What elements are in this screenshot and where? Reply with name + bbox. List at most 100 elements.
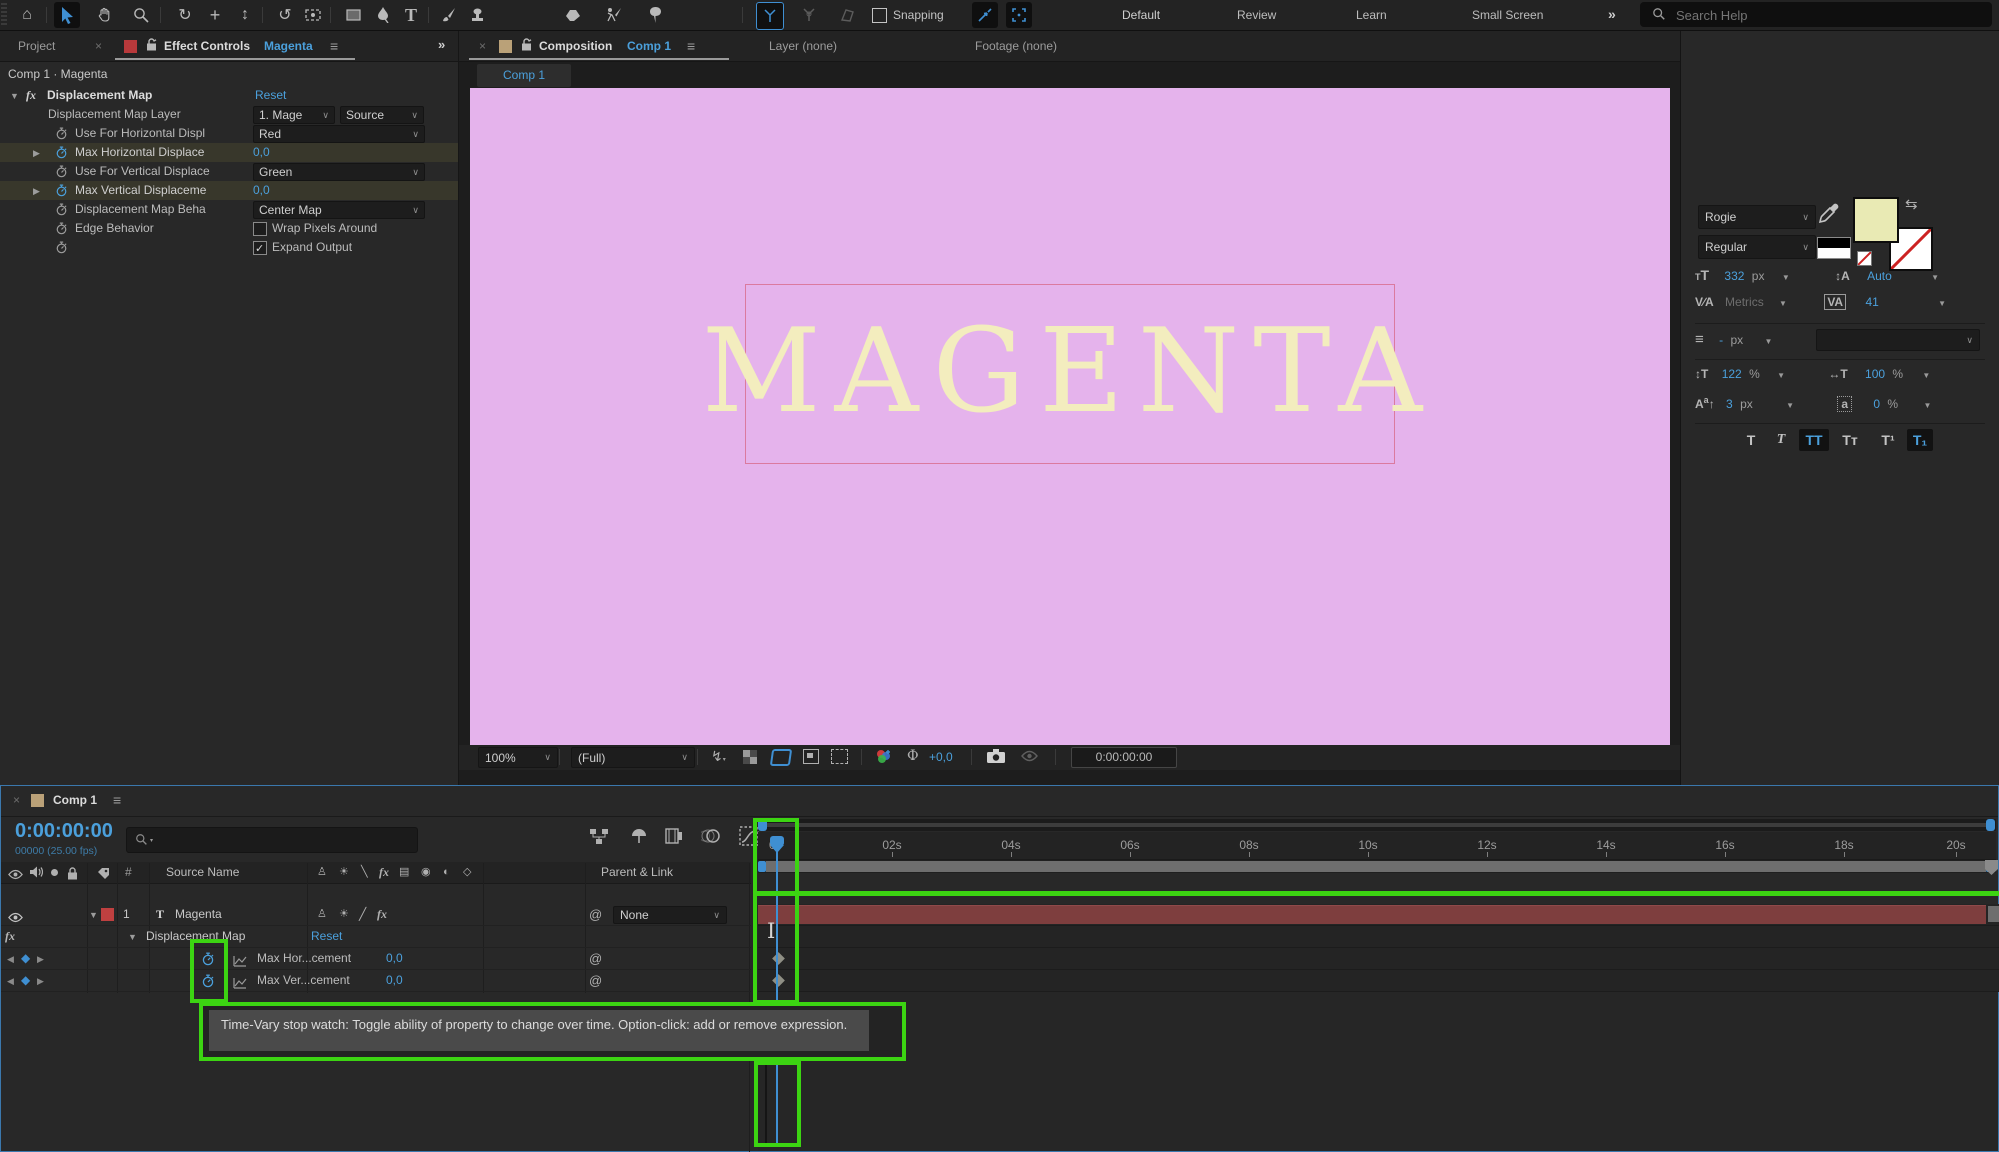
layer-row-magenta[interactable]: ▼ 1 T Magenta ♙ ☀ ╱ fx @ None ∨ (1, 904, 751, 926)
fill-over-stroke-swatch[interactable] (1817, 237, 1851, 259)
channel-rgb-icon[interactable] (875, 749, 892, 767)
timeline-color-swatch[interactable] (31, 794, 44, 807)
use-horizontal-dropdown[interactable]: Red ∨ (253, 125, 425, 143)
map-layer-source-dropdown[interactable]: Source ∨ (340, 106, 424, 124)
layer-track[interactable] (758, 904, 1999, 926)
brush-tool-icon[interactable] (436, 2, 462, 28)
graph-icon[interactable] (233, 975, 247, 996)
exposure-value[interactable]: +0,0 (929, 750, 953, 764)
next-keyframe-icon[interactable]: ▶ (37, 949, 44, 970)
clone-stamp-tool-icon[interactable] (464, 2, 490, 28)
effect-track[interactable] (758, 926, 1999, 948)
twirl-down-icon[interactable]: ▼ (10, 87, 19, 106)
expand-output-checkbox[interactable] (253, 240, 267, 259)
property-row-max-horizontal[interactable]: ◀ ◆ ▶ Max Hor...cement 0,0 @ (1, 948, 751, 970)
tab-footage[interactable]: Footage (none) (975, 39, 1057, 53)
map-layer-dropdown[interactable]: 1. Mage ∨ (253, 106, 335, 124)
fast-previews-icon[interactable]: ↯▾ (711, 748, 726, 765)
panel-menu-icon[interactable]: ≡ (330, 38, 338, 54)
stopwatch-icon[interactable] (55, 241, 68, 260)
all-caps-button[interactable]: TT (1799, 429, 1829, 451)
dolly-camera-tool-icon[interactable]: ↕ (232, 2, 258, 28)
source-name-column-label[interactable]: Source Name (166, 862, 239, 883)
font-style-dropdown[interactable]: Regular ∨ (1698, 235, 1816, 259)
hand-tool-icon[interactable] (92, 2, 118, 28)
timeline-search-box[interactable]: ▾ (126, 827, 418, 853)
leading-menu-arrow[interactable]: ▼ (1931, 273, 1939, 282)
viewer-subtab-comp1[interactable]: Comp 1 (477, 64, 571, 87)
snap-guides-icon[interactable] (972, 2, 998, 28)
zoom-tool-icon[interactable] (128, 2, 154, 28)
parent-pickwhip-icon[interactable]: @ (589, 904, 602, 925)
pen-tool-icon[interactable] (370, 2, 396, 28)
subscript-button[interactable]: T₁ (1907, 429, 1933, 451)
draft-3d-icon[interactable] (629, 826, 649, 849)
work-area-track[interactable] (758, 860, 1996, 873)
previous-keyframe-icon[interactable]: ◀ (7, 949, 14, 970)
tsume-menu-arrow[interactable]: ▼ (1923, 401, 1931, 410)
property-name[interactable]: Max Ver...cement (257, 970, 350, 991)
view-axis-mode-icon[interactable] (834, 2, 860, 28)
mask-visibility-icon[interactable] (803, 749, 819, 764)
world-axis-mode-icon[interactable] (796, 2, 822, 28)
magnification-dropdown[interactable]: 100% ∨ (478, 747, 558, 768)
workspace-default[interactable]: Default (1122, 8, 1160, 22)
puppet-pin-tool-icon[interactable] (642, 2, 668, 28)
eyedropper-icon[interactable] (1818, 203, 1839, 228)
tab-effect-controls[interactable]: Effect Controls (164, 39, 250, 53)
font-size-value[interactable]: 332 (1724, 269, 1744, 283)
roto-brush-tool-icon[interactable] (600, 2, 626, 28)
workspace-small-screen[interactable]: Small Screen (1472, 8, 1543, 22)
expression-pickwhip-icon[interactable]: @ (589, 948, 602, 969)
comp-flowchart-icon[interactable] (589, 828, 609, 849)
property-value[interactable]: 0,0 (386, 948, 403, 969)
exposure-icon[interactable]: Ф (907, 748, 919, 764)
camera-tool-icon[interactable] (300, 2, 326, 28)
search-filter-arrow[interactable]: ▾ (150, 837, 153, 844)
composition-tab-close-icon[interactable]: × (479, 39, 486, 53)
orbit-camera-tool-icon[interactable]: ↻ (172, 2, 198, 28)
effect-twirl-icon[interactable]: ▼ (128, 927, 137, 948)
kerning-value[interactable]: Metrics (1725, 295, 1764, 309)
motion-blur-icon[interactable] (699, 827, 721, 848)
map-behavior-dropdown[interactable]: Center Map ∨ (253, 201, 425, 219)
effect-reset-link[interactable]: Reset (311, 926, 342, 947)
keyframe-toggle-icon[interactable]: ◆ (21, 948, 30, 969)
tab-composition[interactable]: Composition (539, 39, 612, 53)
vscale-menu-arrow[interactable]: ▼ (1777, 371, 1785, 380)
pan-camera-tool-icon[interactable]: + (202, 2, 228, 28)
max-horizontal-value[interactable]: 0,0 (253, 143, 270, 162)
panel-grip[interactable] (1, 3, 7, 27)
fill-color-swatch[interactable] (1853, 197, 1899, 243)
property-value[interactable]: 0,0 (386, 970, 403, 991)
layer-fx-icon[interactable]: fx (377, 904, 387, 925)
layer-name[interactable]: Magenta (175, 904, 222, 925)
tab-project[interactable]: Project (18, 39, 55, 53)
rectangle-tool-icon[interactable] (340, 2, 366, 28)
timeline-panel-menu-icon[interactable]: ≡ (113, 792, 121, 808)
hscale-menu-arrow[interactable]: ▼ (1922, 371, 1930, 380)
current-timecode[interactable]: 0:00:00:00 (15, 820, 113, 843)
next-keyframe-icon[interactable]: ▶ (37, 971, 44, 992)
keyframe-toggle-icon[interactable]: ◆ (21, 970, 30, 991)
tab-layer[interactable]: Layer (none) (769, 39, 837, 53)
layer-collapse-icon[interactable]: ☀ (339, 904, 349, 925)
panel-color-swatch[interactable] (124, 40, 137, 53)
panel-menu-icon[interactable]: ≡ (687, 38, 695, 54)
leading-value[interactable]: Auto (1867, 269, 1892, 283)
type-tool-icon[interactable]: T (398, 2, 424, 28)
panel-color-swatch[interactable] (499, 40, 512, 53)
bshift-value[interactable]: 3 (1726, 397, 1733, 411)
parent-link-column-label[interactable]: Parent & Link (601, 862, 673, 883)
workspace-overflow-chevron[interactable]: » (1608, 6, 1616, 22)
rotate-tool-icon[interactable]: ↺ (272, 2, 298, 28)
timeline-tab-close-icon[interactable]: × (13, 793, 20, 807)
layer-duration-bar[interactable] (758, 905, 1986, 924)
font-family-dropdown[interactable]: Rogie ∨ (1698, 205, 1816, 229)
max-horizontal-track[interactable] (758, 948, 1999, 970)
navigator-end-handle[interactable] (1986, 819, 1995, 831)
tsume-value[interactable]: 0 (1873, 397, 1880, 411)
no-fill-swatch[interactable] (1857, 251, 1872, 266)
max-vertical-track[interactable] (758, 970, 1999, 992)
parent-dropdown[interactable]: None ∨ (613, 906, 727, 924)
